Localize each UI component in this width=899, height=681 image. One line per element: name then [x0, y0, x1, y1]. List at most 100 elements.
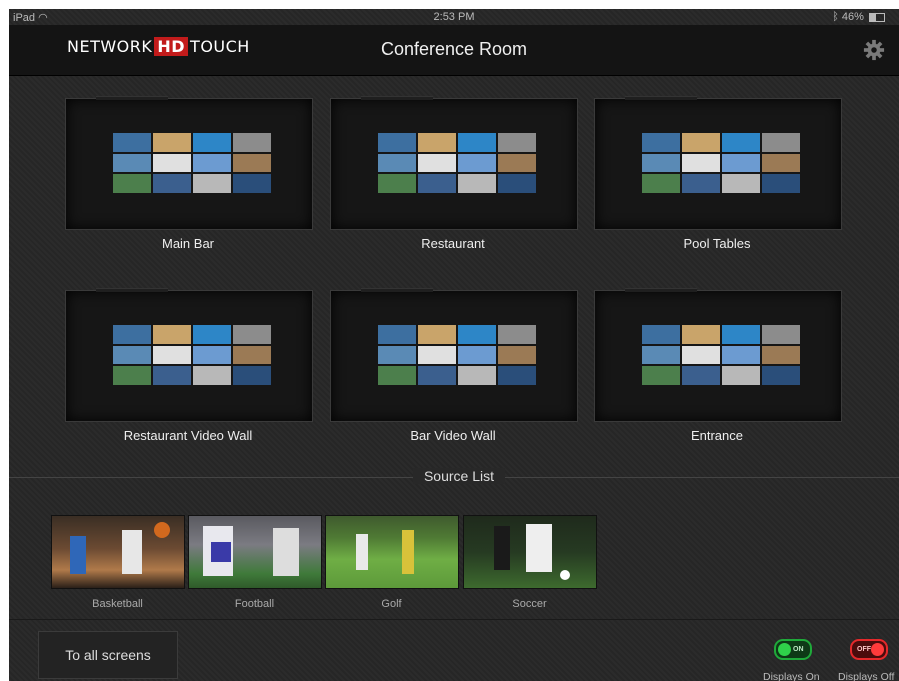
video-wall-tile	[642, 366, 680, 385]
zone-thumbnail[interactable]	[65, 288, 313, 422]
displays-off-label: Displays Off	[838, 671, 895, 681]
video-wall-tile	[498, 153, 536, 173]
toggle-knob	[871, 643, 884, 656]
video-wall-tile	[113, 325, 151, 344]
video-wall-tile	[642, 153, 680, 173]
zone-thumbnail[interactable]	[330, 96, 578, 230]
video-wall-tile	[378, 174, 416, 193]
zone-restaurant[interactable]: Restaurant	[330, 96, 580, 251]
video-wall-tile	[113, 153, 151, 173]
displays-on-toggle[interactable]: ON	[774, 639, 812, 660]
zone-thumbnail[interactable]	[330, 288, 578, 422]
video-wall-tile	[378, 325, 416, 344]
video-wall-tile	[153, 345, 191, 365]
page-title: Conference Room	[380, 39, 528, 59]
video-wall-tile	[378, 133, 416, 152]
video-wall-tile	[762, 174, 800, 193]
video-wall-tile	[498, 174, 536, 193]
displays-off-toggle[interactable]: OFF	[850, 639, 888, 660]
source-label: Football	[234, 598, 275, 610]
zone-label: Restaurant	[421, 236, 485, 251]
video-wall-tile	[113, 133, 151, 152]
video-wall-tile	[418, 133, 456, 152]
header-bar: NETWORK HD TOUCH Conference Room	[9, 25, 899, 76]
video-wall-tile	[153, 366, 191, 385]
video-wall-tile	[193, 133, 231, 152]
video-wall-image	[642, 325, 800, 385]
source-golf[interactable]: Golf	[325, 515, 459, 610]
video-wall-tile	[722, 133, 760, 152]
video-wall-tile	[682, 366, 720, 385]
video-wall-image	[113, 133, 271, 193]
source-label: Soccer	[512, 598, 547, 610]
footer-divider	[9, 619, 899, 620]
video-wall-image	[378, 325, 536, 385]
source-label: Golf	[381, 598, 402, 610]
video-wall-tile	[722, 174, 760, 193]
video-wall-tile	[498, 133, 536, 152]
video-wall-tile	[762, 133, 800, 152]
toggle-state-label: ON	[793, 646, 804, 653]
video-wall-tile	[458, 366, 496, 385]
video-wall-tile	[378, 345, 416, 365]
source-thumbnail[interactable]	[188, 515, 322, 589]
video-wall-tile	[233, 325, 271, 344]
source-thumbnail[interactable]	[325, 515, 459, 589]
video-wall-tile	[233, 174, 271, 193]
source-basketball[interactable]: Basketball	[51, 515, 185, 610]
video-wall-tile	[378, 153, 416, 173]
zone-pool-tables[interactable]: Pool Tables	[594, 96, 844, 251]
zone-thumbnail[interactable]	[65, 96, 313, 230]
source-soccer[interactable]: Soccer	[463, 515, 597, 610]
zone-label: Pool Tables	[683, 236, 751, 251]
video-wall-tile	[458, 153, 496, 173]
zone-bar-video-wall[interactable]: Bar Video Wall	[330, 288, 580, 443]
video-wall-tile	[153, 325, 191, 344]
zone-main-bar[interactable]: Main Bar	[65, 96, 315, 251]
to-all-screens-button[interactable]: To all screens	[38, 631, 178, 679]
displays-on-label: Displays On	[763, 671, 820, 681]
video-wall-tile	[458, 174, 496, 193]
video-wall-tile	[722, 345, 760, 365]
video-wall-tile	[153, 133, 191, 152]
zone-thumbnail[interactable]	[594, 288, 842, 422]
video-wall-tile	[233, 133, 271, 152]
source-thumbnail[interactable]	[51, 515, 185, 589]
video-wall-tile	[153, 153, 191, 173]
video-wall-tile	[233, 153, 271, 173]
battery-percent: 46%	[841, 11, 864, 23]
video-wall-tile	[418, 345, 456, 365]
video-wall-tile	[193, 325, 231, 344]
video-wall-tile	[722, 153, 760, 173]
source-thumbnail[interactable]	[463, 515, 597, 589]
video-wall-tile	[113, 174, 151, 193]
video-wall-tile	[642, 325, 680, 344]
gear-icon[interactable]	[863, 39, 885, 61]
video-wall-tile	[193, 345, 231, 365]
video-wall-tile	[458, 325, 496, 344]
video-wall-tile	[498, 345, 536, 365]
video-wall-tile	[722, 366, 760, 385]
video-wall-tile	[418, 325, 456, 344]
video-wall-tile	[682, 174, 720, 193]
battery-level	[870, 13, 877, 21]
zone-restaurant-video-wall[interactable]: Restaurant Video Wall	[65, 288, 315, 443]
battery-icon	[869, 12, 885, 22]
zone-thumbnail[interactable]	[594, 96, 842, 230]
source-list-title: Source List	[413, 468, 505, 484]
zone-label: Bar Video Wall	[410, 428, 496, 443]
video-wall-tile	[682, 345, 720, 365]
video-wall-image	[642, 133, 800, 193]
video-wall-tile	[153, 174, 191, 193]
video-wall-tile	[722, 325, 760, 344]
zone-entrance[interactable]: Entrance	[594, 288, 844, 443]
source-football[interactable]: Football	[188, 515, 322, 610]
status-right: ᛒ 46%	[832, 11, 885, 23]
video-wall-image	[113, 325, 271, 385]
video-wall-tile	[418, 174, 456, 193]
video-wall-tile	[682, 325, 720, 344]
video-wall-tile	[762, 153, 800, 173]
video-wall-tile	[378, 366, 416, 385]
bluetooth-icon: ᛒ	[832, 11, 839, 23]
video-wall-tile	[498, 366, 536, 385]
